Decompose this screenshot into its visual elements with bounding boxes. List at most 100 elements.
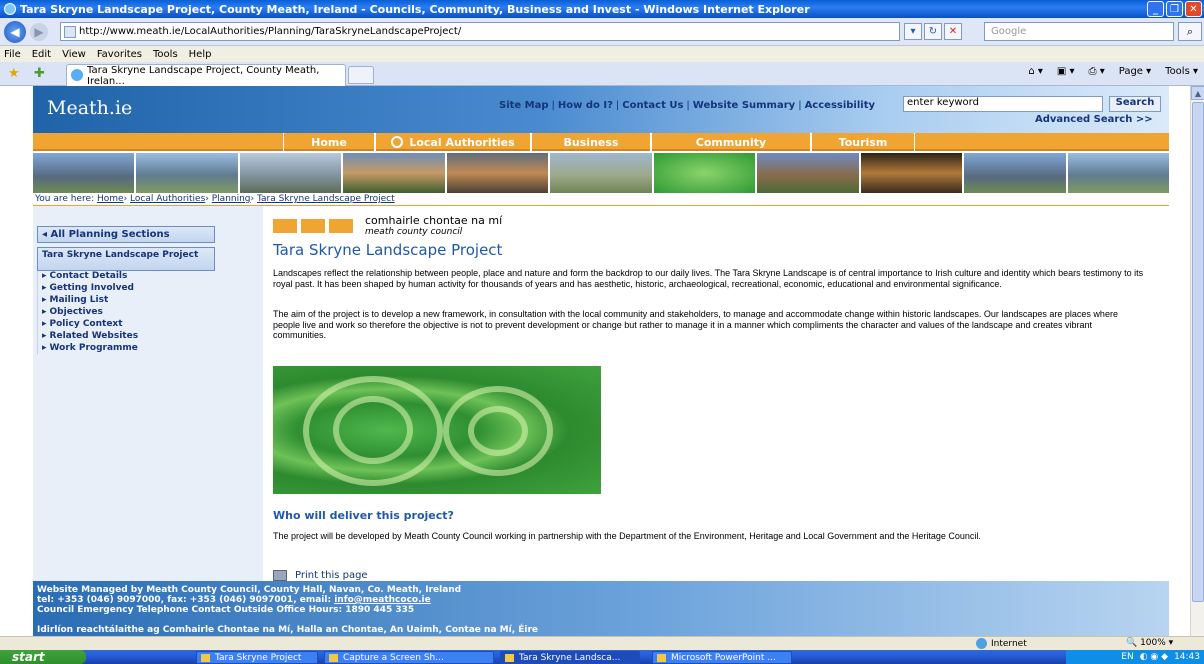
menu-favorites[interactable]: Favorites [97,49,142,60]
banner-photo [343,153,445,193]
left-nav-work-programme[interactable]: Work Programme [38,343,215,355]
new-tab-button[interactable] [348,66,374,84]
nav-local-authorities[interactable]: Local Authorities [375,133,531,151]
footer-contact: tel: +353 (046) 9097000, fax: +353 (046)… [37,595,1169,605]
taskbar: start Tara Skryne Project Capture a Scre… [0,650,1204,664]
council-logo-mark [273,218,353,233]
page-menu-label: Page [1118,66,1143,77]
council-name-irish: comhairle chontae na mí [365,214,503,227]
intro-paragraph: Landscapes reflect the relationship betw… [273,268,1144,289]
page-menu[interactable]: Page ▾ [1119,66,1151,77]
back-button[interactable]: ◀ [4,20,26,43]
banner-photo [964,153,1066,193]
main-nav: Home Local Authorities Business Communit… [33,133,1169,151]
refresh-button[interactable]: ↻ [924,23,942,40]
tab-active[interactable]: Tara Skryne Landscape Project, County Me… [66,64,346,87]
zoom-level[interactable]: 🔍 100% ▾ [1126,638,1173,648]
nav-tourism[interactable]: Tourism [811,133,915,151]
zoom-value: 100% [1140,638,1166,648]
page-icon [64,26,76,38]
tray-icons[interactable]: ◐ ◉ ◆ [1140,652,1168,662]
banner-photo [653,153,756,193]
window-titlebar: Tara Skryne Landscape Project, County Me… [0,0,1204,18]
print-link[interactable]: Print this page [273,570,368,581]
site-header: Meath.ie Site Map | How do I? | Contact Us | W… [33,86,1169,133]
print-icon[interactable]: ⎙ ▾ [1089,66,1105,77]
banner-photo [33,153,135,193]
menu-file[interactable]: File [4,49,21,60]
nav-business[interactable]: Business [531,133,651,151]
page-viewport: Meath.ie Site Map | How do I? | Contact Us | W… [0,86,1190,636]
nav-community[interactable]: Community [651,133,811,151]
home-icon[interactable]: ⌂ ▾ [1028,66,1043,77]
site-container: Meath.ie Site Map | How do I? | Contact Us | W… [33,86,1169,636]
close-button[interactable]: ✕ [1185,1,1202,17]
link-accessibility[interactable]: Accessibility [805,100,875,111]
taskbar-item[interactable]: Tara Skryne Landsca... [500,651,640,664]
all-planning-sections-link[interactable]: ◂ All Planning Sections [37,226,215,243]
menu-view[interactable]: View [62,49,86,60]
minimize-button[interactable]: _ [1147,1,1164,17]
link-how-do-i[interactable]: How do I? [558,100,613,111]
scroll-up-icon[interactable]: ▲ [1191,86,1204,100]
add-favorites-icon[interactable]: ✚ [34,66,45,81]
left-nav-mailing-list[interactable]: Mailing List [38,295,215,307]
stop-button[interactable]: ✕ [944,23,962,40]
taskbar-item[interactable]: Tara Skryne Project [196,651,318,664]
start-button[interactable]: start [0,650,86,664]
address-field[interactable]: http://www.meath.ie/LocalAuthorities/Pla… [60,22,900,41]
site-logo[interactable]: Meath.ie [47,97,132,119]
footer-irish: Idirlíon reachtálaithe ag Comhairle Chon… [37,625,539,635]
link-contact-us[interactable]: Contact Us [622,100,683,111]
aerial-photo [273,366,601,494]
advanced-search-link[interactable]: Advanced Search >> [1035,114,1153,125]
address-text: http://www.meath.ie/LocalAuthorities/Pla… [79,26,462,37]
nav-community-label: Community [695,135,767,149]
printer-icon [273,570,287,581]
left-nav-contact-details[interactable]: Contact Details [38,271,215,283]
breadcrumb-home[interactable]: Home [97,194,124,204]
link-website-summary[interactable]: Website Summary [693,100,795,111]
menu-help[interactable]: Help [189,49,212,60]
system-tray: EN ◐ ◉ ◆ 14:43 [1066,650,1204,664]
language-indicator[interactable]: EN [1121,652,1133,662]
vertical-scrollbar[interactable]: ▲ [1190,86,1204,636]
menu-edit[interactable]: Edit [32,49,51,60]
search-icon[interactable]: ⌕ [1178,22,1202,41]
breadcrumb-current[interactable]: Tara Skryne Landscape Project [257,194,395,204]
footer-email-link[interactable]: info@meathcoco.ie [334,595,431,605]
menu-bar: File Edit View Favorites Tools Help [0,46,1204,62]
left-nav-policy-context[interactable]: Policy Context [38,319,215,331]
breadcrumb-local-authorities[interactable]: Local Authorities [130,194,205,204]
council-logo: comhairle chontae na mí meath county cou… [273,214,502,237]
tab-ie-icon [71,69,83,81]
tab-bar: ★ ✚ Tara Skryne Landscape Project, Count… [0,62,1204,87]
taskbar-item[interactable]: Capture a Screen Sh... [324,651,494,664]
favorites-star-icon[interactable]: ★ [8,66,20,81]
link-site-map[interactable]: Site Map [499,100,549,111]
keyword-input[interactable]: enter keyword [903,96,1103,112]
maximize-button[interactable]: ❐ [1166,1,1183,17]
scroll-thumb[interactable] [1192,102,1204,602]
footer-phone: tel: +353 (046) 9097000, fax: +353 (046)… [37,595,335,605]
nav-home[interactable]: Home [283,133,375,151]
breadcrumb-planning[interactable]: Planning [212,194,251,204]
status-bar: Internet 🔍 100% ▾ [0,636,1204,650]
taskbar-item[interactable]: Microsoft PowerPoint ... [652,651,792,664]
start-label: start [12,650,45,664]
footer-address: Website Managed by Meath County Council,… [37,585,462,595]
forward-button[interactable]: ▶ [30,22,48,41]
left-nav-related-websites[interactable]: Related Websites [38,331,215,343]
banner-photo [860,153,963,193]
body-area: ◂ All Planning Sections Tara Skryne Land… [33,206,1169,581]
left-nav-getting-involved[interactable]: Getting Involved [38,283,215,295]
ie-icon [4,3,16,15]
tools-menu[interactable]: Tools ▾ [1165,66,1198,77]
site-search-button[interactable]: Search [1109,96,1161,112]
search-input[interactable]: Google [984,22,1174,41]
left-nav-objectives[interactable]: Objectives [38,307,215,319]
address-toolbar: ◀ ▶ http://www.meath.ie/LocalAuthorities… [0,18,1204,46]
address-dropdown-button[interactable]: ▾ [904,23,922,40]
menu-tools[interactable]: Tools [153,49,178,60]
feeds-icon[interactable]: ▣ ▾ [1057,66,1075,77]
